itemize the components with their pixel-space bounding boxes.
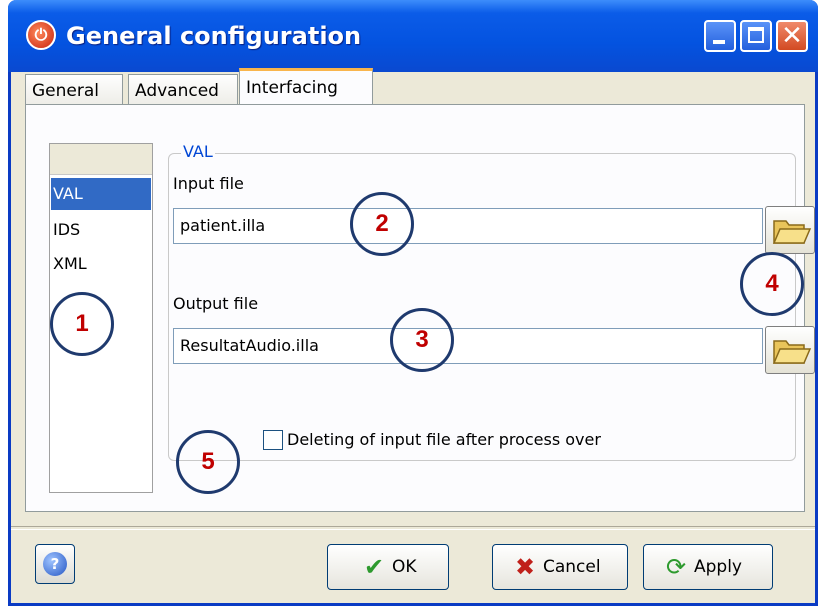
list-item-val[interactable]: VAL xyxy=(51,178,151,210)
list-item-ids[interactable]: IDS xyxy=(51,214,151,246)
footer-divider xyxy=(11,526,815,530)
output-browse-button[interactable] xyxy=(765,326,815,374)
input-file-label: Input file xyxy=(173,174,244,193)
list-header xyxy=(50,144,152,175)
ok-label: OK xyxy=(392,557,417,577)
group-legend: VAL xyxy=(181,142,215,161)
list-item-xml[interactable]: XML xyxy=(51,248,151,280)
configuration-window: ⏻ General configuration ✕ General Advanc… xyxy=(8,0,818,606)
delete-input-checkbox[interactable] xyxy=(263,430,283,450)
callout-3: 3 xyxy=(390,308,454,372)
apply-label: Apply xyxy=(694,557,742,577)
val-groupbox: VAL Input file patient.illa Output file … xyxy=(168,142,815,461)
tab-advanced[interactable]: Advanced xyxy=(128,74,238,108)
checkmark-icon: ✔ xyxy=(363,553,385,581)
cancel-button[interactable]: ✖ Cancel xyxy=(492,544,628,590)
open-folder-icon xyxy=(772,340,812,364)
maximize-icon xyxy=(748,27,764,43)
callout-4: 4 xyxy=(740,252,804,316)
input-file-field[interactable]: patient.illa xyxy=(173,208,763,244)
cross-icon: ✖ xyxy=(514,553,536,581)
minimize-icon xyxy=(713,40,725,44)
output-file-field[interactable]: ResultatAudio.illa xyxy=(173,328,763,364)
cancel-label: Cancel xyxy=(543,557,601,577)
help-icon: ? xyxy=(43,552,67,576)
window-title: General configuration xyxy=(66,22,362,50)
apply-button[interactable]: ⟳ Apply xyxy=(643,544,773,590)
ok-button[interactable]: ✔ OK xyxy=(327,544,449,590)
callout-2: 2 xyxy=(350,192,414,256)
help-button[interactable]: ? xyxy=(35,544,75,584)
callout-5: 5 xyxy=(176,430,240,494)
tab-interfacing[interactable]: Interfacing xyxy=(239,68,373,108)
open-folder-icon xyxy=(772,220,812,244)
maximize-button[interactable] xyxy=(740,20,772,52)
output-file-label: Output file xyxy=(173,294,259,313)
close-icon: ✕ xyxy=(781,21,803,51)
refresh-icon: ⟳ xyxy=(665,553,687,581)
tab-general[interactable]: General xyxy=(25,74,123,108)
app-logo-icon: ⏻ xyxy=(26,20,56,50)
minimize-button[interactable] xyxy=(704,20,736,52)
title-bar[interactable]: ⏻ General configuration ✕ xyxy=(8,0,818,72)
delete-input-label[interactable]: Deleting of input file after process ove… xyxy=(287,430,601,449)
input-browse-button[interactable] xyxy=(765,206,815,254)
callout-1: 1 xyxy=(50,292,114,356)
close-button[interactable]: ✕ xyxy=(776,20,808,52)
